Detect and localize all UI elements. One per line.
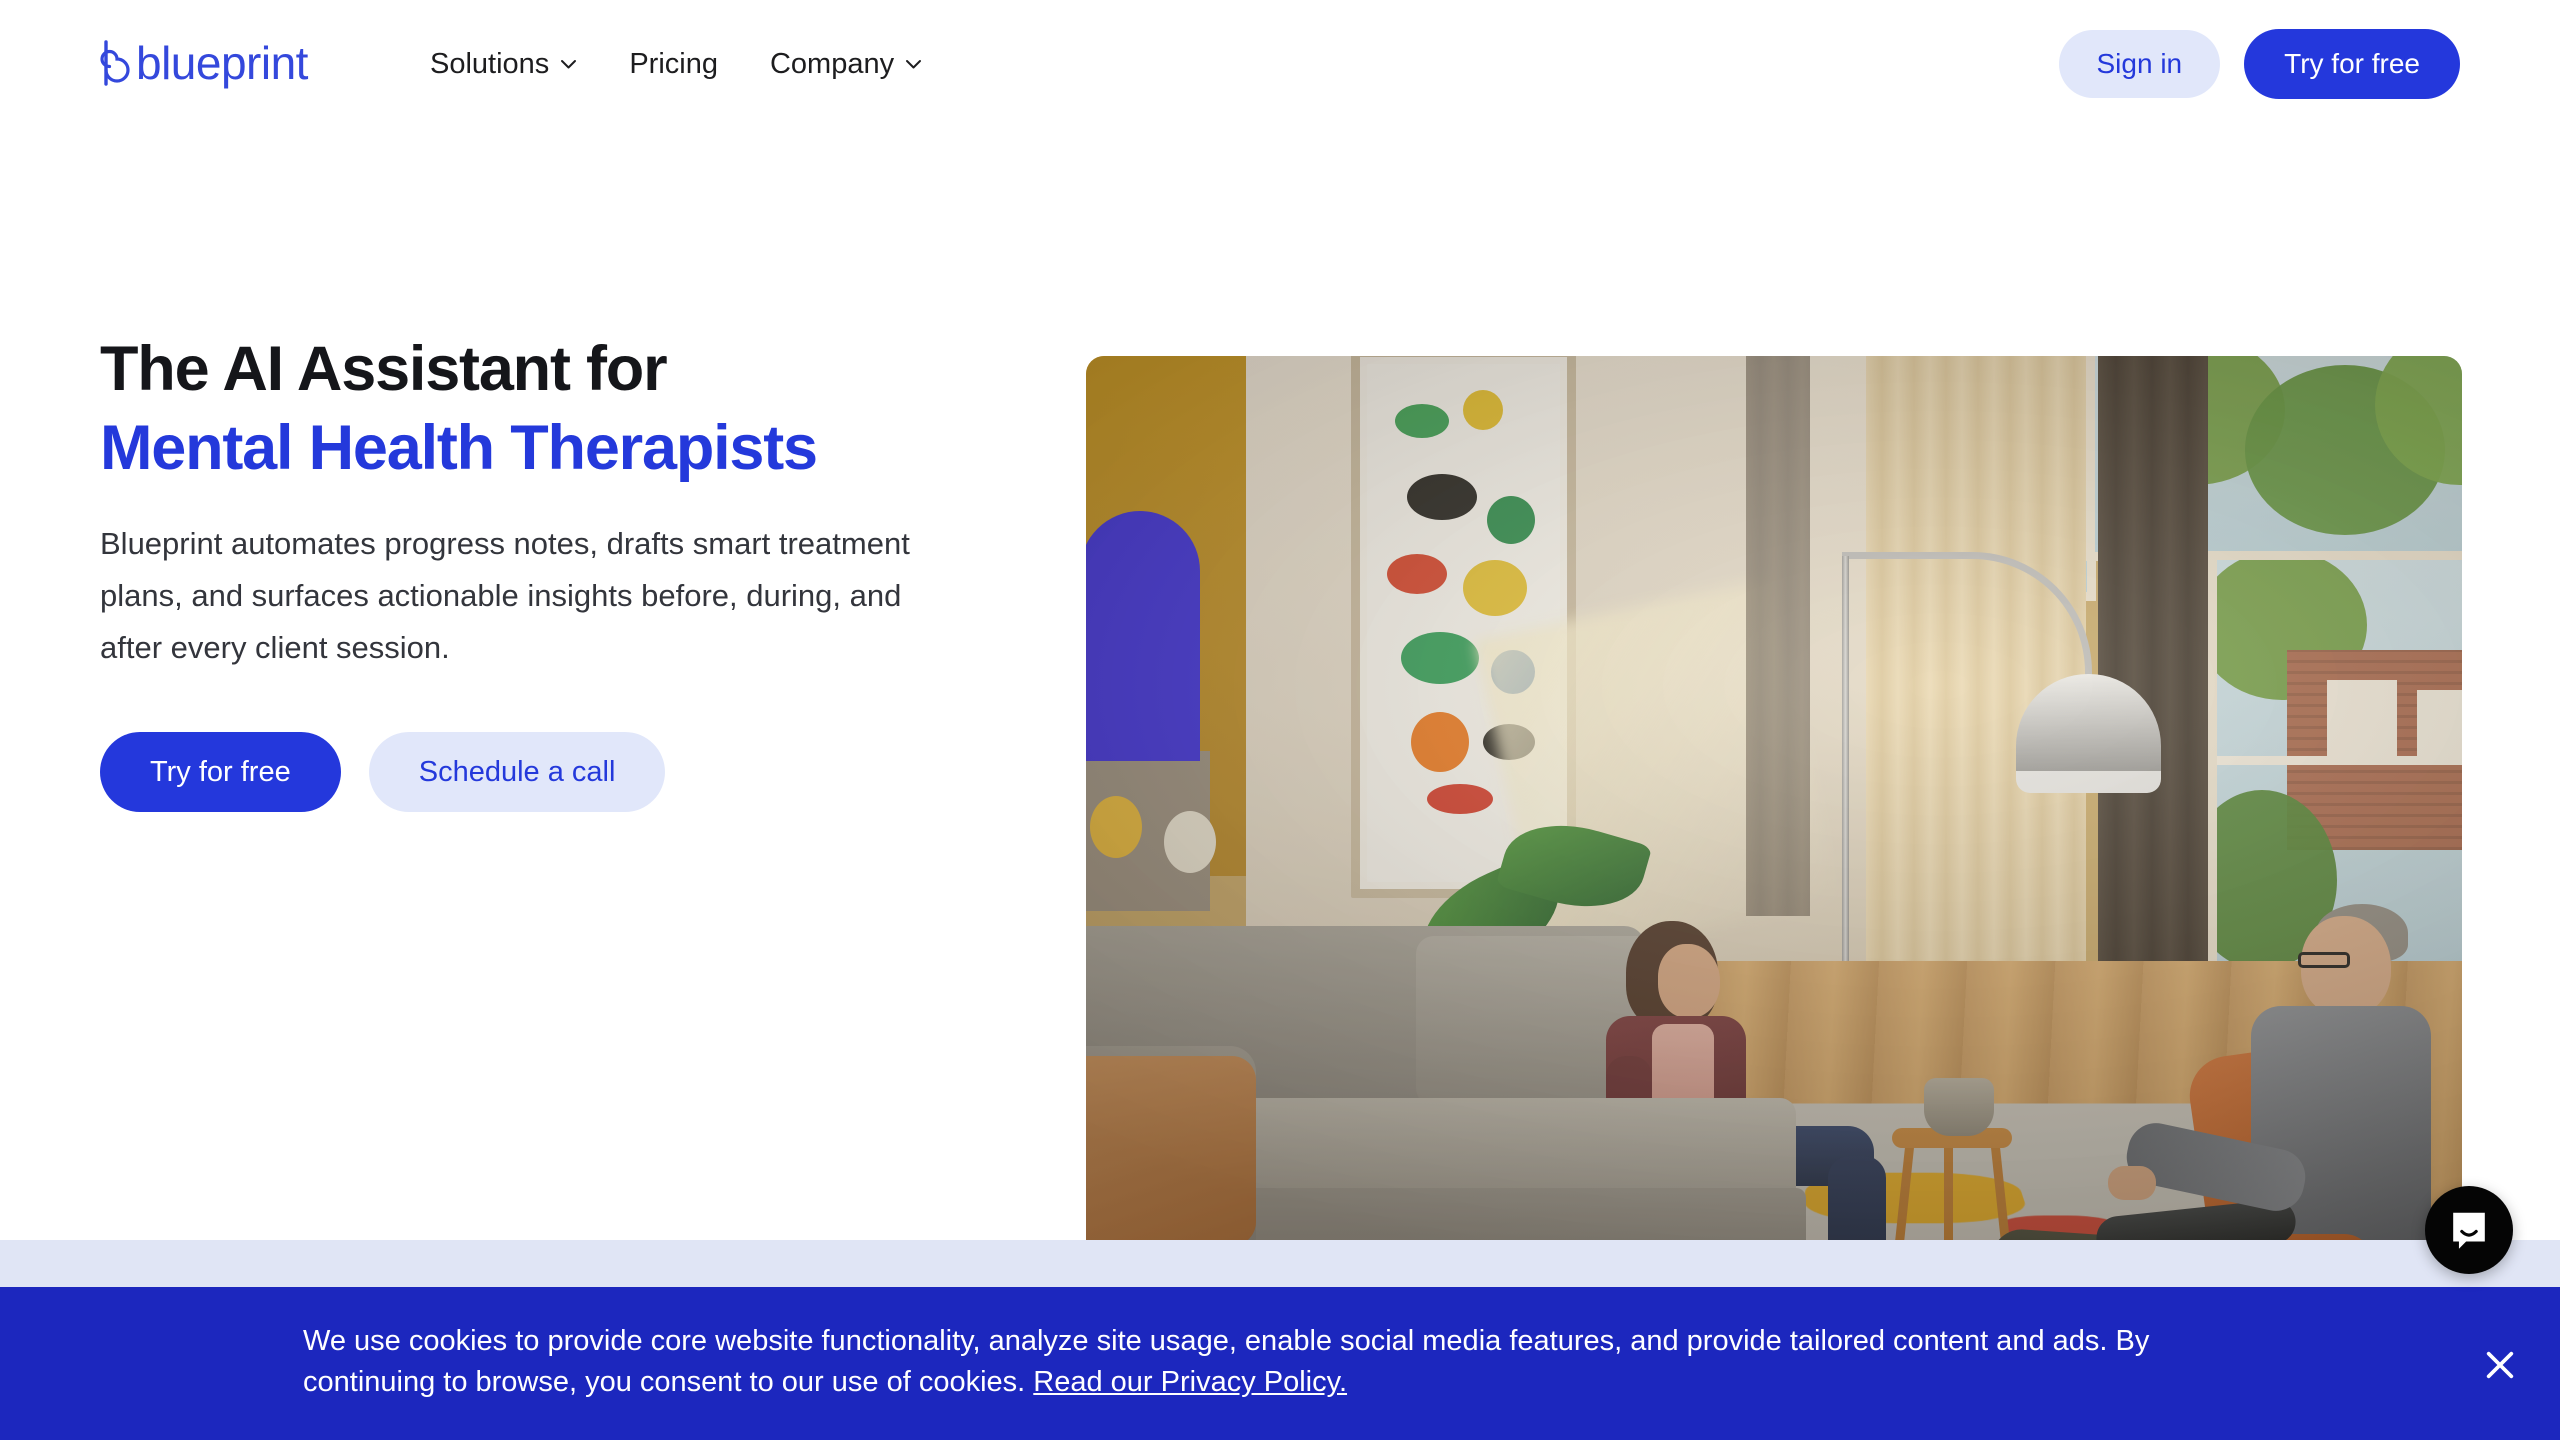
wall-art-dot-white [1164, 811, 1216, 873]
therapy-room-scene [1086, 356, 2462, 1271]
lamp-shade-ring [2016, 771, 2161, 793]
wall-art-blue-arch [1086, 511, 1200, 761]
nav-item-label: Pricing [629, 47, 718, 80]
wall-art-dot-yellow [1090, 796, 1142, 858]
header-try-for-free-button[interactable]: Try for free [2244, 29, 2460, 99]
hero-cta-group: Try for free Schedule a call [100, 732, 1040, 812]
cookie-banner-text: We use cookies to provide core website f… [303, 1321, 2183, 1403]
main-nav: Solutions Pricing Company [430, 0, 922, 128]
privacy-policy-link[interactable]: Read our Privacy Policy. [1033, 1366, 1347, 1398]
logo-text: blueprint [136, 37, 308, 89]
curtain-dark-left [1746, 356, 1810, 916]
headline-line-1: The AI Assistant for [100, 334, 668, 404]
hero-section: The AI Assistant for Mental Health Thera… [0, 128, 2560, 1271]
cookie-close-button[interactable] [2472, 1337, 2528, 1393]
lavender-band [0, 1240, 2560, 1287]
hero-schedule-call-button[interactable]: Schedule a call [368, 732, 666, 812]
ceramic-pot [1924, 1078, 1994, 1136]
throw-blanket [1086, 1056, 1256, 1246]
nav-item-solutions[interactable]: Solutions [430, 47, 577, 80]
chat-widget-button[interactable] [2425, 1186, 2513, 1274]
nav-item-label: Solutions [430, 47, 550, 80]
blueprint-spiral-b-icon [100, 40, 130, 86]
nav-item-label: Company [769, 47, 895, 80]
chat-bubble-icon [2453, 1212, 2485, 1249]
therapist-hand [2108, 1166, 2156, 1200]
therapist-glasses [2298, 952, 2350, 968]
page-title: The AI Assistant for Mental Health Thera… [100, 330, 1040, 488]
sign-in-button[interactable]: Sign in [2058, 30, 2221, 98]
client-face [1658, 944, 1720, 1018]
hero-subtext: Blueprint automates progress notes, draf… [100, 526, 910, 665]
close-icon [2486, 1351, 2514, 1379]
hero-try-for-free-button[interactable]: Try for free [100, 732, 341, 812]
hero-image [1086, 356, 2462, 1271]
chevron-down-icon [906, 59, 922, 68]
hero-copy: The AI Assistant for Mental Health Thera… [100, 330, 1040, 812]
nav-item-company[interactable]: Company [769, 47, 922, 80]
chevron-down-icon [561, 59, 577, 68]
header-actions: Sign in Try for free [2058, 0, 2460, 128]
logo[interactable]: blueprint [100, 32, 308, 94]
cookie-banner: We use cookies to provide core website f… [0, 1287, 2560, 1440]
nav-item-pricing[interactable]: Pricing [629, 47, 718, 80]
site-header: blueprint Solutions Pricing Company Sign… [0, 0, 2560, 128]
headline-line-2: Mental Health Therapists [100, 413, 818, 483]
